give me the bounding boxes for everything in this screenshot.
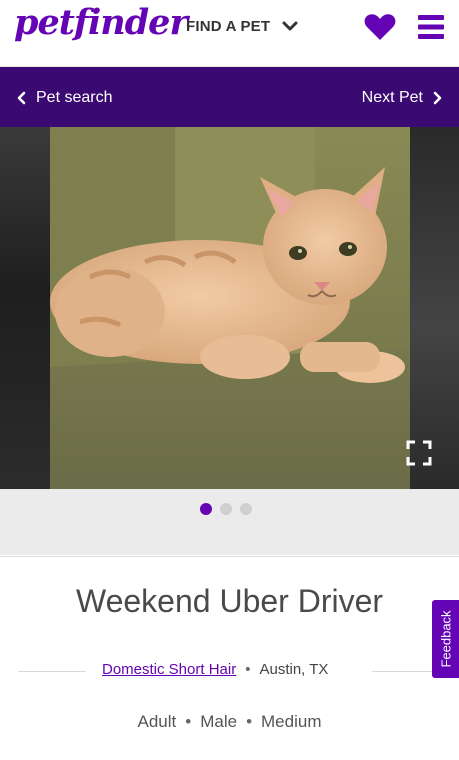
pet-navigation-bar: Pet search Next Pet — [0, 67, 459, 127]
next-photo-peek[interactable] — [410, 127, 459, 489]
breed-location-row: Domestic Short Hair • Austin, TX — [102, 661, 328, 678]
separator-dot: • — [246, 712, 253, 731]
pet-name-heading: Weekend Uber Driver — [75, 583, 384, 619]
petfinder-logo[interactable]: petfinder — [14, 2, 188, 43]
pagination-dots — [200, 503, 252, 515]
carousel-pagination — [0, 489, 459, 555]
pet-search-back-link[interactable]: Pet search — [16, 89, 112, 107]
heart-icon[interactable] — [364, 13, 396, 41]
site-header: petfinder FIND A PET — [0, 0, 459, 67]
pagination-dot-1[interactable] — [200, 503, 212, 515]
hamburger-menu-icon[interactable] — [418, 14, 444, 40]
back-label: Pet search — [36, 89, 113, 106]
chevron-down-icon[interactable] — [282, 18, 298, 34]
feedback-tab[interactable]: Feedback — [432, 600, 459, 678]
pet-info-section: Weekend Uber Driver Domestic Short Hair •… — [0, 556, 459, 760]
feedback-label: Feedback — [438, 610, 453, 668]
previous-photo-peek[interactable] — [0, 127, 50, 489]
location-text: Austin, TX — [259, 661, 329, 678]
separator-dot: • — [185, 712, 192, 731]
pet-photo[interactable] — [50, 127, 410, 489]
find-a-pet-menu[interactable]: FIND A PET — [186, 18, 270, 35]
size-text: Medium — [261, 712, 322, 731]
divider-left — [18, 671, 86, 672]
pagination-dot-3[interactable] — [240, 503, 252, 515]
next-pet-link[interactable]: Next Pet — [362, 89, 443, 107]
breed-link[interactable]: Domestic Short Hair — [102, 661, 236, 678]
chevron-left-icon — [17, 91, 26, 105]
sex-text: Male — [200, 712, 238, 731]
pagination-dot-2[interactable] — [220, 503, 232, 515]
chevron-right-icon — [433, 91, 442, 105]
next-label: Next Pet — [361, 89, 423, 106]
age-text: Adult — [137, 712, 177, 731]
pet-attributes-row: Adult • Male • Medium — [0, 712, 459, 732]
photo-carousel[interactable] — [0, 127, 459, 489]
separator-dot: • — [245, 661, 251, 678]
expand-icon[interactable] — [406, 440, 432, 466]
divider-right — [372, 671, 432, 672]
